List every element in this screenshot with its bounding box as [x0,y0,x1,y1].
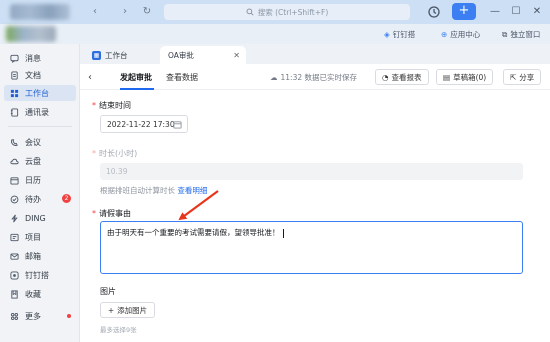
add-image-button[interactable]: + 添加图片 [100,302,155,318]
tab-close-icon[interactable]: ✕ [233,51,240,60]
refresh-icon[interactable]: ↻ [140,5,154,19]
sidebar-item-dingda[interactable]: 钉钉搭 [4,267,76,283]
sidebar-item-meeting[interactable]: 会议 [4,134,76,150]
autosave-status: ☁ 11:32 数据已实时保存 [270,73,357,82]
calendar-icon [10,176,19,185]
sidebar-item-documents[interactable]: 文档 [4,67,76,83]
app-center-link[interactable]: ⊕ 应用中心 [441,29,480,40]
maximize-icon[interactable]: ☐ [508,4,524,20]
share-button[interactable]: ⇱ 分享 [503,69,542,85]
tab-strip: ▦ 工作台 OA审批 ✕ [80,44,550,64]
calendar-icon [173,121,182,129]
app-logo [10,4,70,20]
end-time-picker[interactable]: 2022-11-22 17:30 [100,115,188,133]
back-nav-icon[interactable]: ‹ [88,5,102,19]
message-icon [10,54,19,63]
dingda-icon [10,270,19,280]
sidebar-item-calendar[interactable]: 日历 [4,172,76,188]
history-icon[interactable] [426,4,442,20]
sidebar-item-messages[interactable]: 消息 [4,50,76,66]
required-mark: * [92,149,96,158]
ding-icon [11,214,18,222]
leave-reason-label: * 请假事由 [92,209,131,218]
draft-icon: ▤ [443,72,451,82]
image-limit-hint: 最多选择9张 [100,326,137,334]
search-placeholder: 搜索 (Ctrl+Shift+F) [257,7,329,17]
sidebar: 消息 文档 工作台 通讯录 会议 云盘 日历 待办 2 DING 项目 邮箱 钉… [0,44,80,342]
title-bar: ‹ › ↻ 搜索 (Ctrl+Shift+F) + — ☐ ✕ [0,0,550,24]
forward-nav-icon[interactable]: › [118,5,132,19]
approval-form: * 结束时间 2022-11-22 17:30 * 时长(小时) 10.39 根据排… [80,90,550,342]
dingda-link[interactable]: ◈ 钉钉搭 [384,29,415,40]
duration-hint: 根据排班自动计算时长 查看明细 [100,186,208,195]
sidebar-item-cloud[interactable]: 云盘 [4,153,76,169]
end-time-label: * 结束时间 [92,101,131,110]
sidebar-item-favorites[interactable]: 收藏 [4,286,76,302]
share-icon: ⇱ [510,72,517,82]
sidebar-item-mail[interactable]: 邮箱 [4,248,76,264]
report-icon: ◔ [382,72,389,82]
plus-icon: + [107,305,115,315]
tab-initiate-approval[interactable]: 发起审批 [120,72,152,83]
tab-workbench[interactable]: ▦ 工作台 [84,46,136,64]
mail-icon [10,253,19,260]
sidebar-item-more[interactable]: 更多 [4,308,76,324]
sidebar-divider [8,126,72,127]
document-icon [11,70,18,80]
required-mark: * [92,209,96,218]
sidebar-item-contacts[interactable]: 通讯录 [4,104,76,120]
image-label: 图片 [100,287,116,296]
user-avatar[interactable] [6,26,56,42]
close-icon[interactable]: ✕ [529,4,545,20]
create-button[interactable]: + [452,3,476,20]
sidebar-item-project[interactable]: 项目 [4,229,76,245]
duration-field: 10.39 [100,163,523,180]
todo-count-badge: 2 [62,194,71,203]
sidebar-item-workbench[interactable]: 工作台 [4,85,76,101]
sidebar-item-ding[interactable]: DING [4,210,76,226]
favorite-icon [11,289,18,299]
approval-header: ‹ 发起审批 查看数据 ☁ 11:32 数据已实时保存 ◔ 查看报表 ▤ 草稿箱… [80,64,550,90]
dingda-icon: ◈ [384,30,390,39]
duration-label: * 时长(小时) [92,149,138,158]
global-search-input[interactable]: 搜索 (Ctrl+Shift+F) [164,4,410,20]
independent-window-link[interactable]: ⧉ 独立窗口 [502,29,540,40]
more-notification-dot [67,314,71,318]
workbench-icon [10,89,19,97]
back-arrow-icon[interactable]: ‹ [88,72,92,83]
more-icon [10,312,19,320]
project-icon [10,233,19,241]
view-report-button[interactable]: ◔ 查看报表 [375,69,429,85]
required-mark: * [92,101,96,110]
view-detail-link[interactable]: 查看明细 [177,186,207,195]
tab-view-data[interactable]: 查看数据 [166,72,198,83]
drafts-button[interactable]: ▤ 草稿箱(0) [436,69,494,85]
toolbar-row: ◈ 钉钉搭 ⊕ 应用中心 ⧉ 独立窗口 [0,24,550,44]
workbench-tab-icon: ▦ [92,50,101,60]
text-cursor [282,228,284,238]
todo-icon [10,195,19,203]
cloud-save-icon: ☁ [270,73,278,82]
app-center-icon: ⊕ [441,30,448,39]
contacts-icon [10,107,19,117]
minimize-icon[interactable]: — [487,4,503,20]
tab-oa-approval[interactable]: OA审批 ✕ [160,46,246,64]
cloud-icon [10,158,19,164]
window-icon: ⧉ [502,29,508,39]
sidebar-item-todo[interactable]: 待办 2 [4,191,76,207]
meeting-icon [11,138,18,146]
leave-reason-textarea[interactable]: 由于明天有一个重要的考试需要请假，望领导批准！ [100,221,523,274]
search-icon [246,8,254,16]
